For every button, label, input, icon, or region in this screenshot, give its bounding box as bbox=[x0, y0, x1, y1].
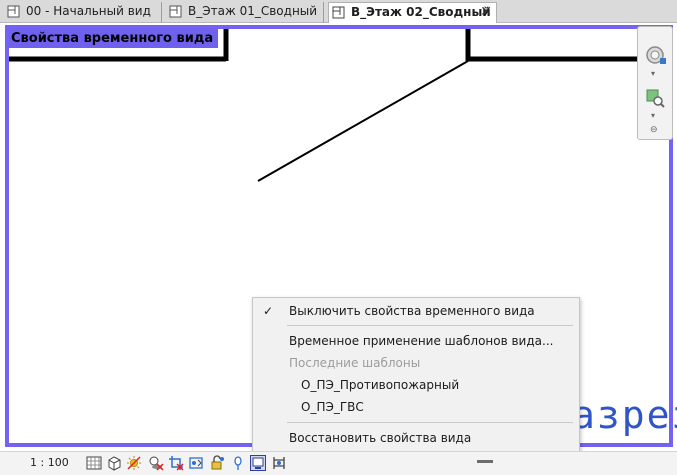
steering-wheel-icon[interactable] bbox=[644, 44, 666, 66]
tab-initial-view[interactable]: 00 - Начальный вид bbox=[4, 2, 162, 23]
section-tag-text: азрез bbox=[572, 393, 677, 437]
floor-plan-icon bbox=[7, 5, 20, 18]
menu-item-template-hot-water[interactable]: О_ПЭ_ГВС bbox=[253, 397, 579, 417]
tab-label: В_Этаж 01_Сводный bbox=[188, 4, 318, 18]
navigation-bar: ▾ ▾ ⊖ bbox=[637, 26, 673, 140]
menu-item-label: О_ПЭ_Противопожарный bbox=[301, 378, 460, 392]
checkmark-icon: ✓ bbox=[263, 304, 274, 318]
menu-item-label: О_ПЭ_ГВС bbox=[301, 400, 364, 414]
menu-separator bbox=[287, 325, 573, 326]
temporary-view-properties-icon[interactable] bbox=[250, 455, 266, 471]
tab-floor-01[interactable]: В_Этаж 01_Сводный bbox=[166, 2, 324, 23]
unlocked-3d-icon[interactable] bbox=[209, 455, 225, 471]
menu-item-label: Восстановить свойства вида bbox=[289, 431, 472, 445]
tab-label: 00 - Начальный вид bbox=[26, 4, 151, 18]
resize-grip[interactable] bbox=[477, 460, 493, 463]
temporary-view-context-menu: ✓ Выключить свойства временного вида Вре… bbox=[252, 297, 580, 452]
detail-level-icon[interactable] bbox=[86, 455, 102, 471]
temporary-view-label: Свойства временного вида bbox=[9, 29, 219, 48]
menu-item-label: Выключить свойства временного вида bbox=[289, 304, 535, 318]
tab-floor-02[interactable]: В_Этаж 02_Сводный ✕ bbox=[328, 2, 497, 23]
crop-view-icon[interactable] bbox=[168, 455, 184, 471]
view-scale[interactable]: 1 : 100 bbox=[30, 456, 69, 469]
view-control-bar: 1 : 100 bbox=[0, 451, 677, 475]
tab-label: В_Этаж 02_Сводный bbox=[351, 5, 491, 19]
menu-item-label: Временное применение шаблонов вида... bbox=[289, 334, 554, 348]
show-crop-icon[interactable] bbox=[188, 455, 204, 471]
menu-item-template-fire[interactable]: О_ПЭ_Противопожарный bbox=[253, 375, 579, 395]
minimize-icon[interactable]: ⊖ bbox=[650, 125, 658, 135]
floor-plan-icon bbox=[169, 5, 182, 18]
chevron-down-icon[interactable]: ▾ bbox=[651, 69, 655, 78]
hide-analytical-icon[interactable] bbox=[271, 455, 287, 471]
chevron-down-icon[interactable]: ▾ bbox=[651, 111, 655, 120]
temporary-hide-icon[interactable] bbox=[230, 455, 246, 471]
sun-path-icon[interactable] bbox=[126, 455, 142, 471]
close-icon[interactable]: ✕ bbox=[480, 3, 492, 22]
menu-item-label: Последние шаблоны bbox=[289, 356, 421, 370]
menu-item-disable-temporary-view[interactable]: ✓ Выключить свойства временного вида bbox=[253, 301, 579, 321]
shadows-icon[interactable] bbox=[148, 455, 164, 471]
menu-item-restore-view-properties[interactable]: Восстановить свойства вида bbox=[253, 428, 579, 448]
floor-plan-icon bbox=[332, 6, 345, 19]
zoom-region-icon[interactable] bbox=[644, 87, 666, 109]
menu-item-apply-template[interactable]: Временное применение шаблонов вида... bbox=[253, 331, 579, 351]
revit-window: 00 - Начальный вид В_Этаж 01_Сводный В_Э… bbox=[0, 0, 677, 475]
menu-separator bbox=[287, 422, 573, 423]
menu-item-recent-templates: Последние шаблоны bbox=[253, 353, 579, 373]
visual-style-icon[interactable] bbox=[106, 455, 122, 471]
view-tab-bar: 00 - Начальный вид В_Этаж 01_Сводный В_Э… bbox=[0, 0, 677, 23]
